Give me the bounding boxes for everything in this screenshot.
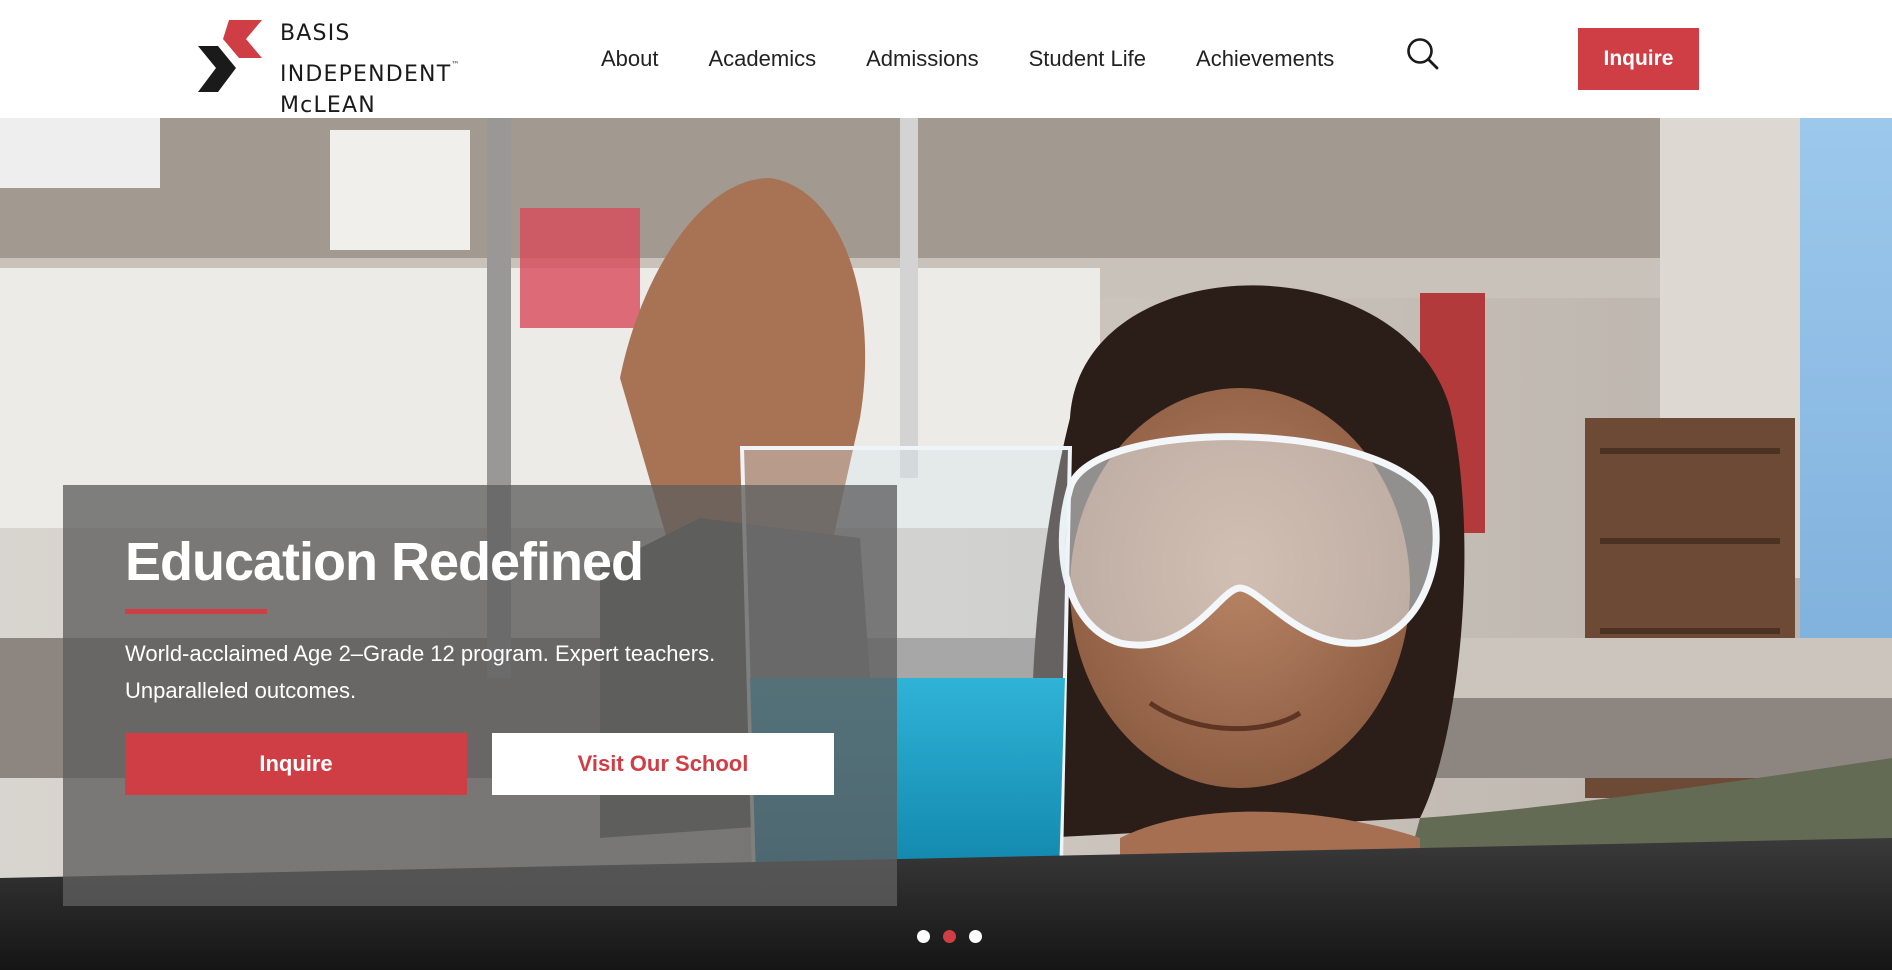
carousel-dot-2-active[interactable] xyxy=(943,930,956,943)
school-logo[interactable]: BASIS INDEPENDENT™ McLEAN xyxy=(198,18,488,118)
carousel-pagination xyxy=(917,930,982,943)
hero-title-underline xyxy=(125,609,267,614)
logo-line-basis: BASIS xyxy=(280,21,351,46)
main-nav: About Academics Admissions Student Life … xyxy=(601,44,1334,74)
nav-item-student-life[interactable]: Student Life xyxy=(1029,44,1146,74)
hero-subtitle-line-2: Unparalleled outcomes. xyxy=(125,678,357,703)
hero-subtitle: World-acclaimed Age 2–Grade 12 program. … xyxy=(125,635,825,709)
hero-carousel: Education Redefined World-acclaimed Age … xyxy=(0,118,1892,970)
logo-independent-text: INDEPENDENT xyxy=(280,62,452,87)
hero-inquire-button[interactable]: Inquire xyxy=(125,733,467,795)
logo-trademark: ™ xyxy=(451,60,460,69)
logo-line-independent: INDEPENDENT™ xyxy=(280,49,459,90)
site-header: BASIS INDEPENDENT™ McLEAN About Academic… xyxy=(0,0,1892,118)
visit-our-school-button[interactable]: Visit Our School xyxy=(492,733,834,795)
nav-item-academics[interactable]: Academics xyxy=(709,44,817,74)
carousel-dot-1[interactable] xyxy=(917,930,930,943)
carousel-dot-3[interactable] xyxy=(969,930,982,943)
search-icon xyxy=(1407,38,1439,70)
basis-logo-mark-icon xyxy=(198,20,262,92)
hero-overlay-card: Education Redefined World-acclaimed Age … xyxy=(63,485,897,906)
nav-item-about[interactable]: About xyxy=(601,44,659,74)
nav-item-achievements[interactable]: Achievements xyxy=(1196,44,1334,74)
nav-item-admissions[interactable]: Admissions xyxy=(866,44,978,74)
header-inquire-button[interactable]: Inquire xyxy=(1578,28,1699,90)
logo-wordmark: BASIS INDEPENDENT™ McLEAN xyxy=(280,18,459,121)
hero-title: Education Redefined xyxy=(125,532,644,592)
logo-line-mclean: McLEAN xyxy=(280,93,376,118)
search-button[interactable] xyxy=(1405,36,1441,72)
hero-subtitle-line-1: World-acclaimed Age 2–Grade 12 program. … xyxy=(125,641,716,666)
